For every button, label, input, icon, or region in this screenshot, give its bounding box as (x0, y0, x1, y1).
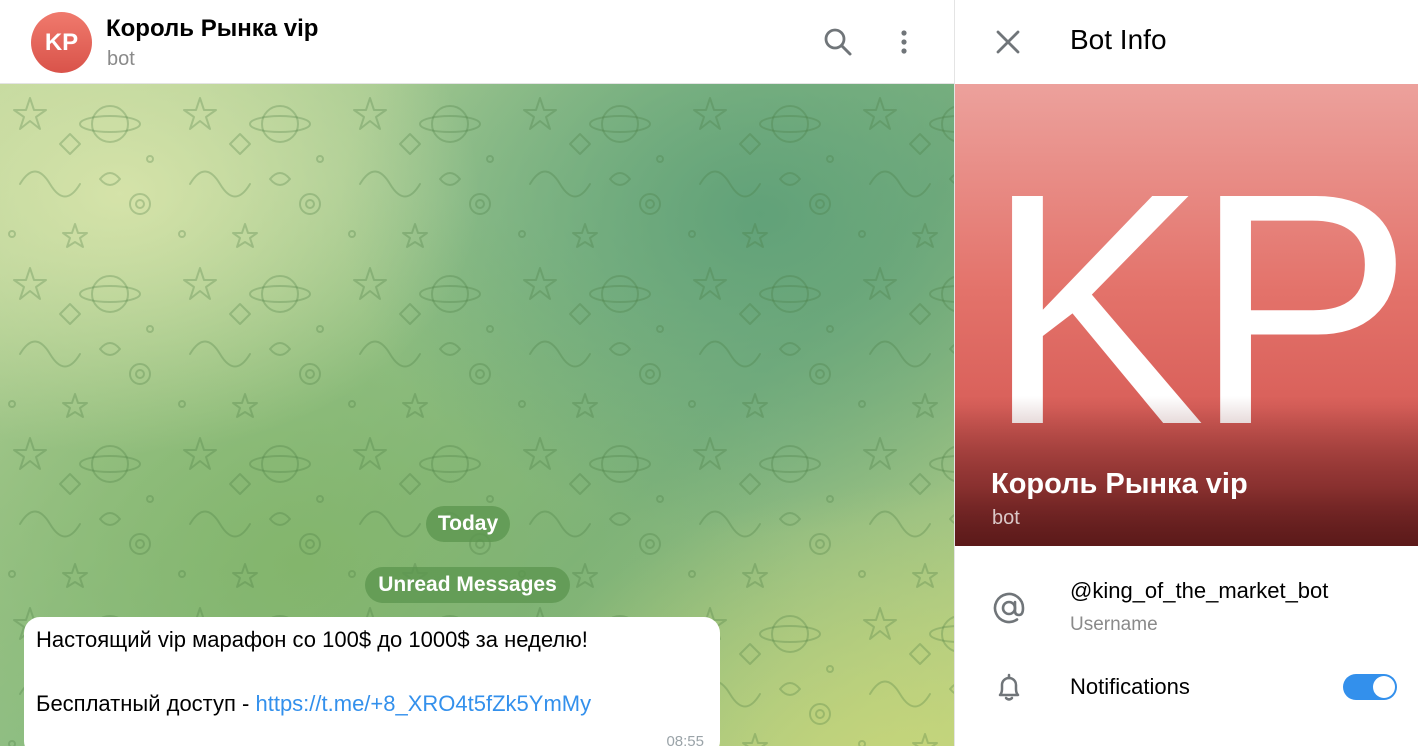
close-button[interactable] (988, 22, 1028, 62)
notifications-toggle[interactable] (1343, 674, 1397, 700)
username-row[interactable]: @king_of_the_market_bot Username (955, 570, 1418, 650)
more-vertical-icon (901, 30, 907, 54)
chat-area: KP Король Рынка vip bot Today Unread Mes… (0, 0, 954, 746)
profile-photo[interactable]: KP Король Рынка vip bot (955, 84, 1418, 546)
bot-info-panel: Bot Info KP Король Рынка vip bot @king_o… (954, 0, 1418, 746)
notifications-row[interactable]: Notifications (955, 660, 1418, 720)
avatar[interactable]: KP (31, 12, 92, 73)
username-value: @king_of_the_market_bot (1070, 578, 1329, 603)
message-text-line1: Настоящий vip марафон со 100$ до 1000$ з… (36, 627, 588, 652)
username-label: Username (1070, 614, 1158, 635)
message-time: 08:55 (666, 733, 704, 746)
chat-header[interactable]: KP Король Рынка vip bot (0, 0, 954, 84)
chat-background: Today Unread Messages Настоящий vip мара… (0, 84, 954, 746)
date-divider: Today (426, 506, 510, 542)
bell-icon (991, 670, 1027, 706)
at-sign-icon (991, 590, 1027, 626)
message-bubble[interactable]: Настоящий vip марафон со 100$ до 1000$ з… (24, 617, 720, 746)
unread-divider: Unread Messages (365, 567, 570, 603)
panel-header: Bot Info (955, 0, 1418, 84)
profile-subtitle: bot (992, 507, 1020, 529)
search-icon (824, 28, 852, 56)
message-link[interactable]: https://t.me/+8_XRO4t5fZk5YmMy (255, 691, 591, 716)
notifications-label: Notifications (1070, 674, 1190, 699)
profile-name: Король Рынка vip (991, 468, 1248, 500)
search-button[interactable] (818, 22, 858, 62)
chat-title[interactable]: Король Рынка vip (106, 15, 318, 43)
message-text-prefix: Бесплатный доступ - (36, 691, 256, 716)
message-text-line2: Бесплатный доступ - https://t.me/+8_XRO4… (36, 689, 708, 719)
chat-subtitle: bot (107, 48, 135, 70)
toggle-knob (1373, 676, 1395, 698)
close-icon (996, 30, 1020, 54)
panel-title: Bot Info (1070, 24, 1167, 55)
more-button[interactable] (884, 22, 924, 62)
